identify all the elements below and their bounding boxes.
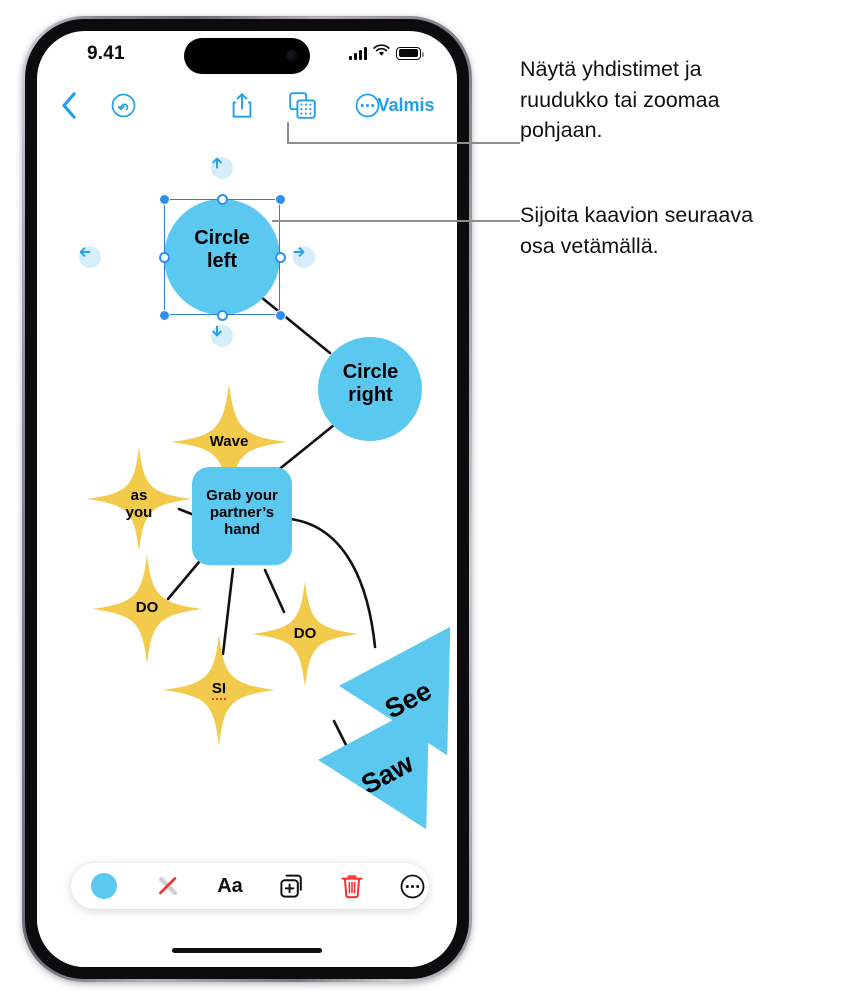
dynamic-island [184, 38, 310, 74]
stroke-style-button[interactable] [137, 863, 199, 909]
duplicate-icon [280, 874, 302, 898]
selection-handle-top-right[interactable] [274, 193, 286, 205]
pen-no-stroke-icon [158, 876, 178, 896]
callout-leader-grid-vertical [287, 122, 289, 144]
status-indicators [349, 44, 424, 62]
app-top-toolbar: Valmis [37, 81, 457, 129]
node-circle-right[interactable] [318, 337, 422, 441]
format-toolbar: Aa [71, 863, 429, 909]
signal-bars-icon [349, 46, 367, 60]
screenshot-root: 9.41 Valmis Circle left Circle right Wav… [0, 0, 846, 998]
selection-handle-middle-left[interactable] [158, 251, 170, 263]
delete-button[interactable] [323, 863, 381, 909]
done-button[interactable]: Valmis [369, 81, 443, 129]
front-camera-icon [286, 50, 298, 62]
wifi-icon [373, 44, 390, 62]
node-star-as-you[interactable] [87, 447, 191, 551]
format-more-button[interactable] [381, 863, 443, 909]
add-node-left-button[interactable] [79, 246, 101, 268]
selection-handle-middle-right[interactable] [274, 251, 286, 263]
callout-leader-grid-horizontal [287, 142, 520, 144]
text-format-button[interactable]: Aa [199, 863, 261, 909]
status-clock: 9.41 [87, 43, 125, 64]
add-node-up-button[interactable] [211, 157, 233, 179]
callout-leader-drag [272, 220, 520, 222]
ellipsis-circle-icon [400, 874, 424, 898]
node-star-do-left[interactable] [92, 554, 202, 664]
diagram-canvas[interactable]: Circle left Circle right Wave as you Gra… [37, 129, 457, 967]
selection-handle-bottom-center[interactable] [216, 309, 228, 321]
duplicate-button[interactable] [261, 863, 323, 909]
fill-color-button[interactable] [71, 863, 137, 909]
selection-handle-top-center[interactable] [216, 193, 228, 205]
trash-icon [341, 875, 363, 899]
selection-handle-bottom-right[interactable] [274, 309, 286, 321]
share-button[interactable] [222, 81, 262, 129]
callout-drag-text: Sijoita kaavion seuraava osa vetämällä. [520, 203, 754, 258]
undo-button[interactable] [103, 81, 143, 129]
selection-handle-bottom-left[interactable] [158, 309, 170, 321]
add-node-down-button[interactable] [211, 325, 233, 347]
battery-icon [396, 46, 424, 60]
phone-screen: 9.41 Valmis Circle left Circle right Wav… [37, 31, 457, 967]
back-button[interactable] [49, 81, 89, 129]
home-indicator[interactable] [172, 948, 322, 953]
node-rect-grab[interactable] [192, 467, 292, 565]
phone-bezel: 9.41 Valmis Circle left Circle right Wav… [25, 19, 469, 979]
node-star-si[interactable] [163, 634, 275, 746]
selection-handle-top-left[interactable] [158, 193, 170, 205]
phone-frame: 9.41 Valmis Circle left Circle right Wav… [22, 16, 472, 982]
color-swatch-icon [91, 873, 117, 899]
callout-grid-text: Näytä yhdistimet ja ruudukko tai zoomaa … [520, 57, 720, 143]
status-bar: 9.41 [37, 31, 457, 81]
add-node-right-button[interactable] [293, 246, 315, 268]
selection-bounding-box [164, 199, 280, 315]
